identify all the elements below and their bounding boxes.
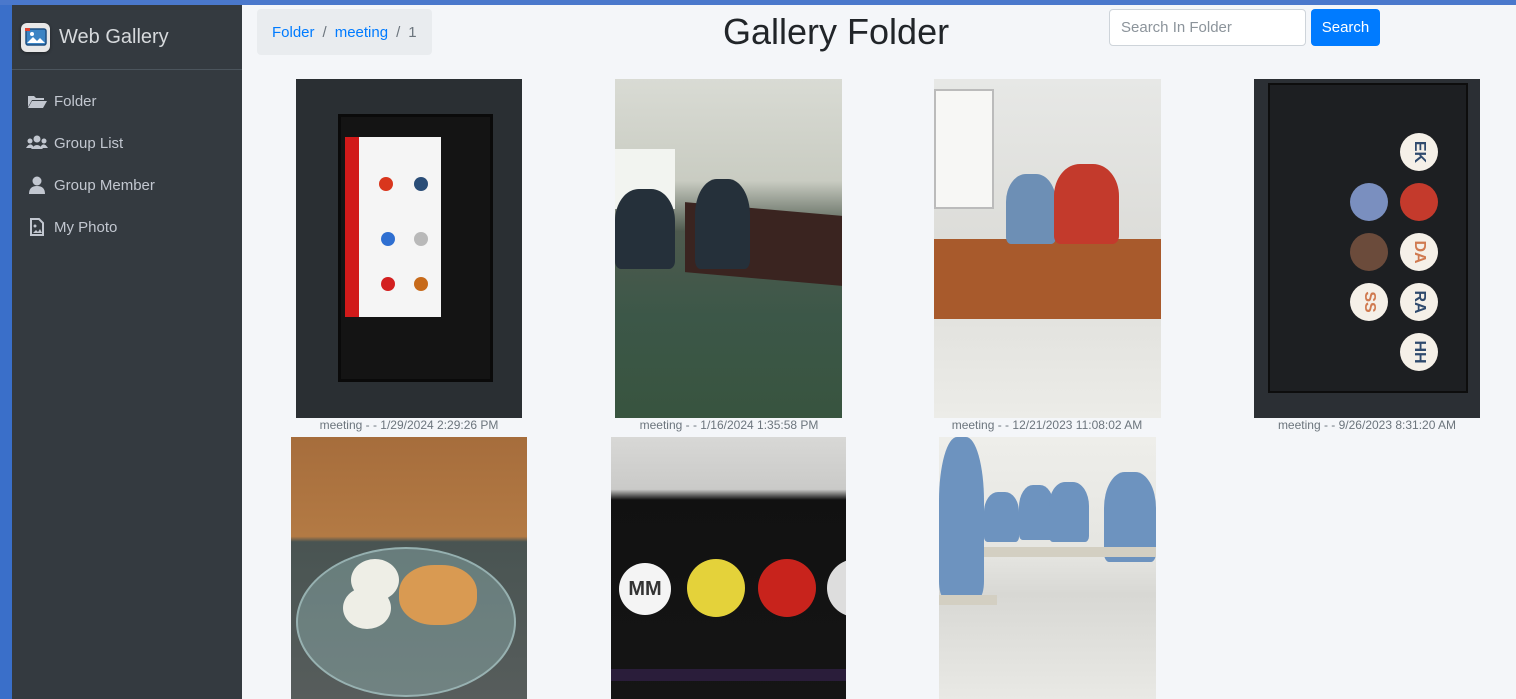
avatar bbox=[1350, 233, 1388, 271]
sidebar-nav: Folder Group List Group Member My Photo bbox=[12, 70, 242, 248]
file-image-icon bbox=[26, 218, 48, 236]
photo-thumbnail[interactable] bbox=[615, 79, 842, 418]
avatar: EK bbox=[1400, 133, 1438, 171]
page-title: Gallery Folder bbox=[723, 11, 950, 52]
sidebar-item-folder[interactable]: Folder bbox=[12, 80, 242, 122]
avatar: HH bbox=[1400, 333, 1438, 371]
avatar: SS bbox=[1350, 283, 1388, 321]
avatar: MM bbox=[619, 563, 671, 615]
sidebar-item-group-list[interactable]: Group List bbox=[12, 122, 242, 164]
gallery-image-icon bbox=[21, 22, 50, 52]
sidebar: Web Gallery Folder Group List Group Memb… bbox=[12, 5, 242, 699]
avatar: RA bbox=[1400, 283, 1438, 321]
photo-caption: meeting - - 9/26/2023 8:31:20 AM bbox=[1277, 418, 1457, 432]
photo-thumbnail[interactable]: MM bbox=[611, 437, 846, 699]
photo-caption: meeting - - 1/16/2024 1:35:58 PM bbox=[639, 418, 819, 432]
search-button[interactable]: Search bbox=[1311, 9, 1380, 46]
avatar bbox=[827, 559, 846, 617]
photo-caption: meeting - - 1/29/2024 2:29:26 PM bbox=[319, 418, 499, 432]
sidebar-item-group-member[interactable]: Group Member bbox=[12, 164, 242, 206]
breadcrumb-separator: / bbox=[396, 23, 401, 41]
sidebar-item-label: Group List bbox=[54, 134, 124, 152]
main-content: Folder / meeting / 1 Gallery Folder Sear… bbox=[242, 5, 1516, 699]
photo-thumbnail[interactable] bbox=[934, 79, 1161, 418]
breadcrumb-meeting-link[interactable]: meeting bbox=[335, 24, 388, 41]
search-input[interactable] bbox=[1109, 9, 1306, 46]
users-icon bbox=[26, 134, 48, 152]
breadcrumb-folder-link[interactable]: Folder bbox=[272, 24, 315, 41]
brand-title: Web Gallery bbox=[59, 25, 169, 48]
photo-content bbox=[338, 114, 493, 382]
photo-caption: meeting - - 12/21/2023 11:08:02 AM bbox=[951, 418, 1143, 432]
photo-thumbnail[interactable] bbox=[296, 79, 522, 418]
sidebar-item-my-photo[interactable]: My Photo bbox=[12, 206, 242, 248]
sidebar-item-label: Group Member bbox=[54, 176, 155, 194]
user-icon bbox=[26, 176, 48, 194]
folder-open-icon bbox=[26, 92, 48, 110]
avatar: DA bbox=[1400, 233, 1438, 271]
photo-thumbnail[interactable] bbox=[291, 437, 527, 699]
sidebar-item-label: My Photo bbox=[54, 218, 118, 236]
photo-thumbnail[interactable]: EK DA SS RA HH bbox=[1254, 79, 1480, 418]
avatar bbox=[1400, 183, 1438, 221]
breadcrumb-separator: / bbox=[322, 23, 327, 41]
breadcrumb: Folder / meeting / 1 bbox=[257, 9, 432, 55]
avatar bbox=[687, 559, 745, 617]
avatar bbox=[1350, 183, 1388, 221]
avatar bbox=[758, 559, 816, 617]
sidebar-item-label: Folder bbox=[54, 92, 97, 110]
breadcrumb-current: 1 bbox=[408, 23, 417, 41]
photo-thumbnail[interactable] bbox=[939, 437, 1156, 699]
brand-link[interactable]: Web Gallery bbox=[12, 5, 242, 70]
